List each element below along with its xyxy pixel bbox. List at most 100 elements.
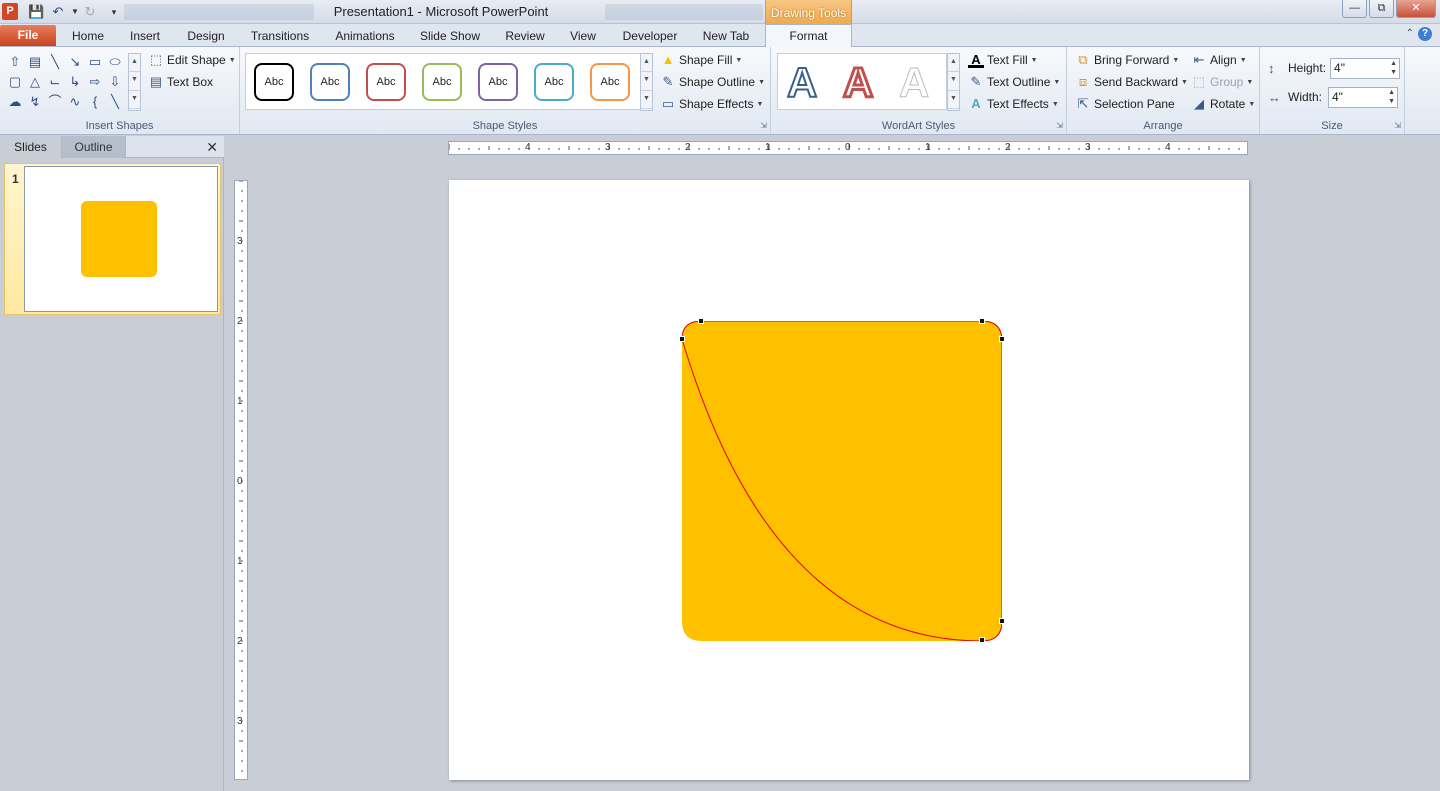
triangle-shape-icon[interactable]: △ — [26, 73, 44, 91]
size-launcher-icon[interactable]: ⇲ — [1394, 121, 1401, 130]
tab-slides[interactable]: Slides — [0, 136, 62, 158]
right-arrow-shape-icon[interactable]: ⇨ — [86, 73, 104, 91]
elbow-arrow-connector-shape-icon[interactable]: ↳ — [66, 73, 84, 91]
scroll-up-icon[interactable]: ▲ — [129, 54, 140, 73]
wordart-style-plain-white[interactable]: A — [898, 60, 929, 105]
group-button[interactable]: ⬚ Group ▼ — [1191, 72, 1253, 92]
edit-point-handle[interactable] — [979, 637, 985, 643]
scroll-up-icon[interactable]: ▲ — [641, 54, 652, 73]
edit-point-handle[interactable] — [698, 318, 704, 324]
lightning-shape-icon[interactable]: ↯ — [26, 93, 44, 111]
size-group: ↕ Height: 4" ▲ ▼ ↔ Width: 4" ▲ ▼ Size ⇲ — [1260, 47, 1405, 134]
ruler-label: 2 — [237, 316, 243, 327]
shape-style-black[interactable]: Abc — [254, 63, 294, 101]
slide-number: 1 — [12, 172, 19, 186]
scroll-down-icon[interactable]: ▼ — [129, 72, 140, 91]
scroll-up-icon[interactable]: ▲ — [948, 54, 959, 73]
text-fill-button[interactable]: A Text Fill ▼ — [968, 50, 1038, 70]
more-styles-icon[interactable]: ▼ — [641, 91, 652, 110]
textbox-shape-icon[interactable]: ▤ — [26, 53, 44, 71]
down-arrow-shape-icon[interactable]: ⇩ — [106, 73, 124, 91]
edit-point-handle[interactable] — [999, 336, 1005, 342]
wordart-style-outline-red[interactable]: A — [841, 59, 874, 106]
slide-thumbnail[interactable] — [24, 166, 218, 312]
tab-developer[interactable]: Developer — [614, 28, 686, 47]
brace-shape-icon[interactable]: { — [86, 93, 104, 111]
shape-styles-launcher-icon[interactable]: ⇲ — [760, 121, 767, 130]
width-input[interactable]: 4" ▲ ▼ — [1328, 86, 1398, 108]
restore-button[interactable]: ⧉ — [1369, 0, 1394, 18]
tab-transitions[interactable]: Transitions — [244, 28, 316, 47]
tab-view[interactable]: View — [563, 28, 603, 47]
close-pane-icon[interactable]: ✕ — [206, 139, 218, 156]
height-spinner[interactable]: ▲ ▼ — [1390, 59, 1397, 77]
shapes-gallery-scroll[interactable]: ▲ ▼ ▼ — [128, 53, 141, 111]
more-shapes-icon[interactable]: ▼ — [129, 91, 140, 110]
scroll-down-icon[interactable]: ▼ — [948, 72, 959, 91]
tab-slide-show[interactable]: Slide Show — [414, 28, 486, 47]
arc-shape-icon[interactable]: ⌒ — [46, 93, 64, 111]
rotate-button[interactable]: ◢ Rotate ▼ — [1191, 94, 1255, 114]
text-effects-button[interactable]: A Text Effects ▼ — [968, 94, 1058, 114]
bring-forward-icon: ⧉ — [1078, 52, 1088, 67]
rounded-rectangle-shape-icon[interactable]: ▢ — [6, 73, 24, 91]
width-spinner[interactable]: ▲ ▼ — [1388, 88, 1395, 106]
height-input[interactable]: 4" ▲ ▼ — [1330, 57, 1401, 79]
minimize-button[interactable]: — — [1342, 0, 1367, 18]
shape-style-aqua[interactable]: Abc — [534, 63, 574, 101]
tab-animations[interactable]: Animations — [328, 28, 402, 47]
line-shape-icon[interactable]: ╲ — [46, 53, 64, 71]
tab-new-tab[interactable]: New Tab — [696, 28, 756, 47]
scroll-down-icon[interactable]: ▼ — [641, 72, 652, 91]
title-bar: P 💾 ↶ ▼ ↻ ▾ Presentation1 - Microsoft Po… — [0, 0, 1440, 24]
shape-effects-button[interactable]: ▭ Shape Effects ▼ — [660, 94, 764, 114]
oval-shape-icon[interactable]: ⬭ — [106, 53, 124, 71]
selected-rounded-rectangle-shape[interactable] — [682, 321, 1002, 641]
tab-home[interactable]: Home — [64, 28, 112, 47]
curve-shape-icon[interactable]: ∿ — [66, 93, 84, 111]
tab-format[interactable]: Format — [765, 24, 852, 48]
rectangle-shape-icon[interactable]: ▭ — [86, 53, 104, 71]
selection-pane-button[interactable]: ⇱ Selection Pane — [1075, 94, 1175, 114]
shape-outline-button[interactable]: ✎ Shape Outline ▼ — [660, 72, 765, 92]
text-fill-icon: A — [968, 52, 984, 68]
minimize-ribbon-icon[interactable]: ⌃ — [1406, 28, 1414, 39]
shape-style-green[interactable]: Abc — [422, 63, 462, 101]
diagonal-line-shape-icon[interactable]: ╲ — [106, 93, 124, 111]
drawing-tools-context-label: Drawing Tools — [765, 0, 852, 24]
send-backward-button[interactable]: ⧈ Send Backward ▼ — [1075, 72, 1188, 92]
tab-outline[interactable]: Outline — [62, 136, 126, 158]
wordart-gallery-scroll[interactable]: ▲ ▼ ▼ — [947, 53, 960, 111]
shape-fill-button[interactable]: ▲ Shape Fill ▼ — [660, 50, 743, 70]
edit-point-handle[interactable] — [979, 318, 985, 324]
text-outline-button[interactable]: ✎ Text Outline ▼ — [968, 72, 1061, 92]
ruler-label: 4 — [525, 142, 531, 153]
shape-style-orange[interactable]: Abc — [590, 63, 630, 101]
tab-file[interactable]: File — [0, 25, 56, 46]
shape-style-red[interactable]: Abc — [366, 63, 406, 101]
text-box-button[interactable]: ▤ Text Box — [148, 72, 213, 92]
more-wordart-icon[interactable]: ▼ — [948, 91, 959, 110]
elbow-connector-shape-icon[interactable]: ⌙ — [46, 73, 64, 91]
edit-point-handle[interactable] — [679, 336, 685, 342]
wordart-style-outline-blue[interactable]: A — [786, 60, 818, 106]
edit-point-handle[interactable] — [999, 618, 1005, 624]
help-icon[interactable]: ? — [1418, 27, 1432, 41]
shape-style-purple[interactable]: Abc — [478, 63, 518, 101]
wordart-styles-launcher-icon[interactable]: ⇲ — [1056, 121, 1063, 130]
close-button[interactable]: ✕ — [1396, 0, 1436, 18]
tab-design[interactable]: Design — [180, 28, 232, 47]
bring-forward-button[interactable]: ⧉ Bring Forward ▼ — [1075, 50, 1179, 70]
freeform-shape-icon[interactable]: ☁ — [6, 93, 24, 111]
align-button[interactable]: ⇤ Align ▼ — [1191, 50, 1247, 70]
tab-review[interactable]: Review — [498, 28, 552, 47]
arrow-line-shape-icon[interactable]: ↘ — [66, 53, 84, 71]
slide-thumbnail-item[interactable]: 1 — [4, 163, 221, 315]
pentagon-arrow-shape-icon[interactable]: ⇧ — [6, 53, 24, 71]
shape-style-blue[interactable]: Abc — [310, 63, 350, 101]
slide-canvas[interactable] — [449, 180, 1249, 780]
ruler-label: 3 — [605, 142, 611, 153]
edit-shape-button[interactable]: ⬚ Edit Shape ▼ — [148, 50, 236, 70]
shape-styles-gallery-scroll[interactable]: ▲ ▼ ▼ — [640, 53, 653, 111]
tab-insert[interactable]: Insert — [122, 28, 168, 47]
